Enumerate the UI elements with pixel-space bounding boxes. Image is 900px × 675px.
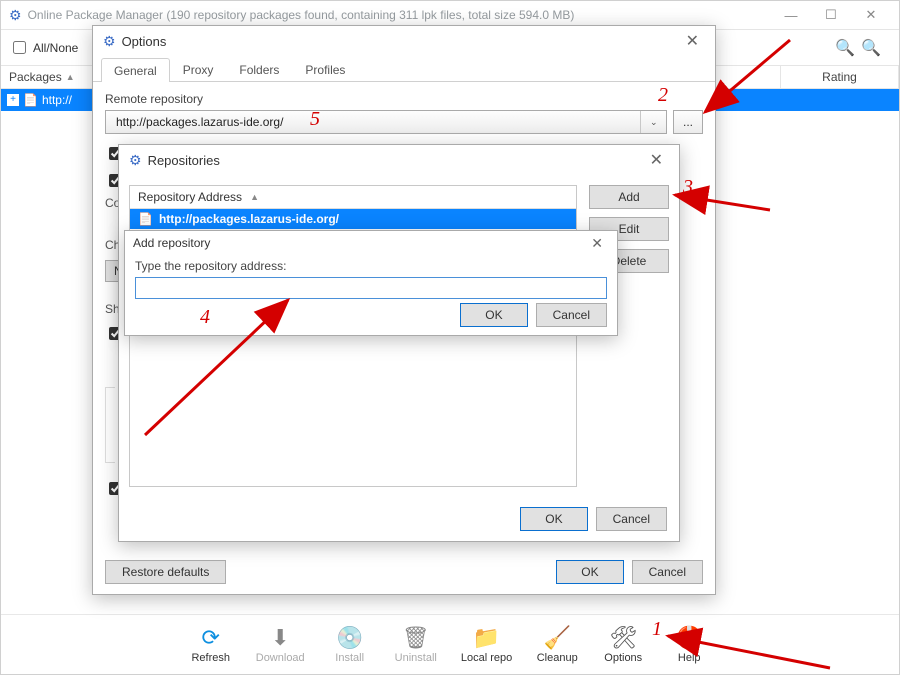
gear-icon: ⚙ <box>9 7 22 24</box>
uninstall-button[interactable]: 🗑Uninstall <box>395 625 437 664</box>
add-repo-ok-button[interactable]: OK <box>460 303 527 327</box>
download-icon: ⬇ <box>271 625 289 651</box>
maximize-button[interactable]: ☐ <box>811 3 851 27</box>
tab-folders[interactable]: Folders <box>226 57 292 81</box>
cleanup-button[interactable]: 🧹Cleanup <box>536 625 578 664</box>
local-repo-button[interactable]: 📁Local repo <box>461 625 512 664</box>
expand-icon[interactable]: + <box>7 94 19 106</box>
add-repo-button[interactable]: Add <box>589 185 669 209</box>
repository-row-selected[interactable]: http://packages.lazarus-ide.org/ <box>130 209 576 229</box>
install-button[interactable]: 💿Install <box>329 625 371 664</box>
restore-defaults-button[interactable]: Restore defaults <box>105 560 226 584</box>
repositories-dialog: ⚙ Repositories ✕ Repository Address▲ htt… <box>118 144 680 542</box>
options-ok-button[interactable]: OK <box>556 560 623 584</box>
all-none-box[interactable] <box>13 41 26 54</box>
add-repo-cancel-button[interactable]: Cancel <box>536 303 607 327</box>
options-titlebar[interactable]: ⚙ Options ✕ <box>93 26 715 56</box>
tools-icon: 🛠 <box>609 625 637 651</box>
browse-repos-button[interactable]: ... <box>673 110 703 134</box>
repositories-column-header[interactable]: Repository Address▲ <box>130 186 576 209</box>
options-tabs: General Proxy Folders Profiles <box>93 56 715 82</box>
broom-icon: 🧹 <box>544 625 571 651</box>
main-title: Online Package Manager (190 repository p… <box>28 8 771 22</box>
install-icon: 💿 <box>336 625 363 651</box>
download-button[interactable]: ⬇Download <box>256 625 305 664</box>
tab-proxy[interactable]: Proxy <box>170 57 227 81</box>
options-title: Options <box>122 34 167 49</box>
refresh-icon: ⟳ <box>202 625 220 651</box>
options-button[interactable]: 🛠Options <box>602 625 644 664</box>
repositories-cancel-button[interactable]: Cancel <box>596 507 667 531</box>
folder-icon: 📁 <box>473 625 500 651</box>
lifering-icon: 🛟 <box>676 625 703 651</box>
column-rating[interactable]: Rating <box>781 66 899 88</box>
window-controls: — ☐ ✕ <box>771 3 891 27</box>
gear-icon: ⚙ <box>129 152 142 169</box>
close-button[interactable]: ✕ <box>851 3 891 27</box>
repository-address-input[interactable] <box>135 277 607 299</box>
add-repository-title: Add repository <box>133 236 210 250</box>
all-none-label: All/None <box>33 41 78 55</box>
tree-row-label: http:// <box>42 93 72 107</box>
package-icon <box>23 93 38 107</box>
sort-asc-icon: ▲ <box>250 192 259 202</box>
tab-general[interactable]: General <box>101 58 170 82</box>
add-repository-dialog: Add repository ✕ Type the repository add… <box>124 230 618 336</box>
search-icon[interactable]: 🔍 <box>835 38 855 58</box>
uninstall-icon: 🗑 <box>402 625 430 651</box>
help-button[interactable]: 🛟Help <box>668 625 710 664</box>
bottom-toolbar: ⟳Refresh ⬇Download 💿Install 🗑Uninstall 📁… <box>1 614 899 674</box>
close-icon[interactable]: ✕ <box>644 148 669 172</box>
remote-repo-label: Remote repository <box>105 92 703 106</box>
remote-repo-value: http://packages.lazarus-ide.org/ <box>116 115 283 129</box>
close-icon[interactable]: ✕ <box>680 29 705 53</box>
minimize-button[interactable]: — <box>771 3 811 27</box>
close-icon[interactable]: ✕ <box>585 233 609 254</box>
gear-icon: ⚙ <box>103 33 116 50</box>
view-icons: 🔍 🔍 <box>835 38 891 58</box>
groupbox-edge <box>105 387 115 463</box>
add-repo-label: Type the repository address: <box>135 259 607 273</box>
all-none-checkbox[interactable]: All/None <box>9 38 78 57</box>
search2-icon[interactable]: 🔍 <box>861 38 881 58</box>
remote-repo-select[interactable]: http://packages.lazarus-ide.org/ ⌄ <box>105 110 667 134</box>
repositories-ok-button[interactable]: OK <box>520 507 587 531</box>
tab-profiles[interactable]: Profiles <box>292 57 358 81</box>
sort-asc-icon: ▲ <box>66 72 75 82</box>
repositories-title: Repositories <box>148 153 220 168</box>
repo-icon <box>138 212 153 226</box>
repository-row-label: http://packages.lazarus-ide.org/ <box>159 212 339 226</box>
refresh-button[interactable]: ⟳Refresh <box>190 625 232 664</box>
chevron-down-icon: ⌄ <box>640 111 660 133</box>
options-footer: Restore defaults OK Cancel <box>105 560 703 584</box>
options-cancel-button[interactable]: Cancel <box>632 560 703 584</box>
repositories-titlebar[interactable]: ⚙ Repositories ✕ <box>119 145 679 175</box>
add-repository-titlebar[interactable]: Add repository ✕ <box>125 231 617 255</box>
